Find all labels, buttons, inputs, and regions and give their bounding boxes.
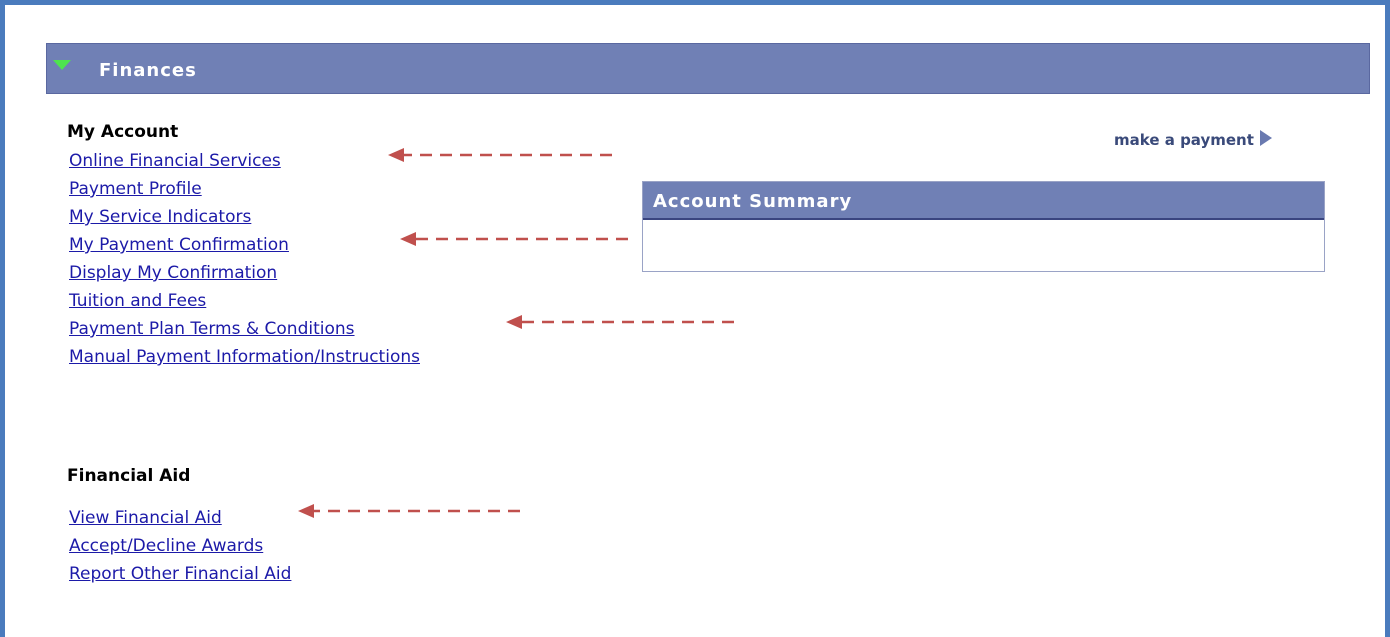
dashed-arrow-icon	[400, 232, 628, 246]
annotation-arrows	[298, 148, 734, 518]
dashed-arrow-icon	[388, 148, 612, 162]
dashed-arrow-icon	[298, 504, 520, 518]
dashed-arrow-icon	[506, 315, 734, 329]
